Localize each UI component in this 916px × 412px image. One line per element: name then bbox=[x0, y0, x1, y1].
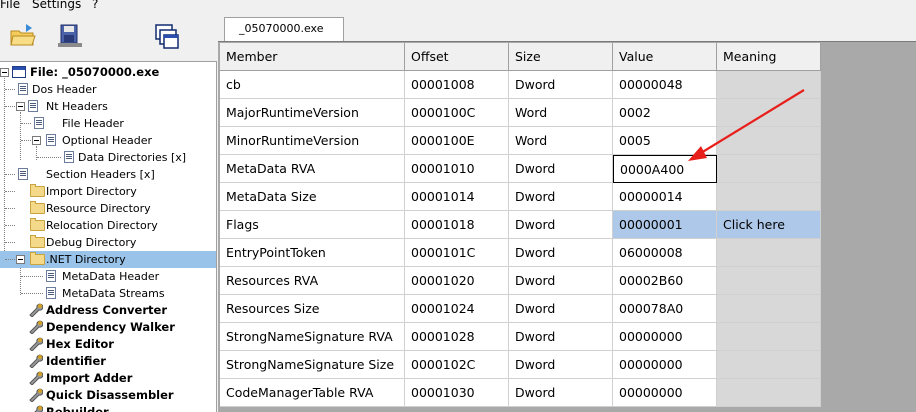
tree-root[interactable]: File: _05070000.exe bbox=[0, 64, 216, 81]
toolbar bbox=[0, 13, 220, 61]
windows-icon[interactable] bbox=[152, 21, 182, 51]
annotation-arrow bbox=[688, 89, 805, 161]
document-icon bbox=[18, 83, 28, 95]
menu-bar: File Settings ? bbox=[0, 0, 916, 13]
tree-item-data-directories[interactable]: Data Directories [x] bbox=[0, 149, 216, 166]
wrench-icon bbox=[29, 303, 43, 317]
tree-item-metadata-streams[interactable]: MetaData Streams bbox=[0, 285, 216, 302]
folder-open-icon bbox=[30, 252, 45, 265]
collapse-icon[interactable] bbox=[16, 102, 25, 111]
collapse-icon[interactable] bbox=[32, 136, 41, 145]
tree-item-identifier[interactable]: Identifier bbox=[0, 353, 216, 370]
menu-help[interactable]: ? bbox=[92, 0, 98, 11]
tree-item-quick-disassembler[interactable]: Quick Disassembler bbox=[0, 387, 216, 404]
tree-item-nt-headers[interactable]: Nt Headers bbox=[0, 98, 216, 115]
tree-item-metadata-header[interactable]: MetaData Header bbox=[0, 268, 216, 285]
tree-item-optional-header[interactable]: Optional Header bbox=[0, 132, 216, 149]
tree-view[interactable]: File: _05070000.exe Dos Header Nt Header… bbox=[0, 61, 217, 412]
tree-item-section-headers[interactable]: Section Headers [x] bbox=[0, 166, 216, 183]
document-icon bbox=[64, 151, 74, 163]
wrench-icon bbox=[29, 337, 43, 351]
folder-icon bbox=[30, 184, 45, 197]
tree-item-debug-directory[interactable]: Debug Directory bbox=[0, 234, 216, 251]
data-grid-area: Member Offset Size Value Meaning cb 00001… bbox=[218, 41, 916, 412]
tree-item-dependency-walker[interactable]: Dependency Walker bbox=[0, 319, 216, 336]
document-icon bbox=[28, 100, 38, 112]
collapse-icon[interactable] bbox=[16, 255, 25, 264]
tree-item-relocation-directory[interactable]: Relocation Directory bbox=[0, 217, 216, 234]
document-icon bbox=[34, 117, 44, 129]
folder-open-icon[interactable] bbox=[8, 21, 38, 51]
collapse-icon[interactable] bbox=[0, 68, 9, 77]
wrench-icon bbox=[29, 320, 43, 334]
folder-icon bbox=[30, 201, 45, 214]
tree-item-address-converter[interactable]: Address Converter bbox=[0, 302, 216, 319]
tree-item-file-header[interactable]: File Header bbox=[0, 115, 216, 132]
window-icon bbox=[12, 66, 26, 78]
tab-file[interactable]: _05070000.exe bbox=[224, 17, 344, 41]
document-icon bbox=[46, 134, 56, 146]
tree-item-import-adder[interactable]: Import Adder bbox=[0, 370, 216, 387]
tree-item-hex-editor[interactable]: Hex Editor bbox=[0, 336, 216, 353]
tab-strip: _05070000.exe bbox=[216, 13, 916, 41]
tree-item-resource-directory[interactable]: Resource Directory bbox=[0, 200, 216, 217]
tree-item-import-directory[interactable]: Import Directory bbox=[0, 183, 216, 200]
document-icon bbox=[46, 270, 56, 282]
folder-icon bbox=[30, 235, 45, 248]
document-icon bbox=[46, 287, 56, 299]
menu-settings[interactable]: Settings bbox=[32, 0, 81, 11]
folder-icon bbox=[30, 218, 45, 231]
menu-file[interactable]: File bbox=[0, 0, 20, 11]
wrench-icon bbox=[29, 354, 43, 368]
document-icon bbox=[18, 168, 28, 180]
wrench-icon bbox=[29, 388, 43, 402]
save-icon[interactable] bbox=[55, 21, 85, 51]
tree-item-net-directory[interactable]: .NET Directory bbox=[0, 251, 216, 268]
wrench-icon bbox=[29, 371, 43, 385]
tree-item-dos-header[interactable]: Dos Header bbox=[0, 81, 216, 98]
